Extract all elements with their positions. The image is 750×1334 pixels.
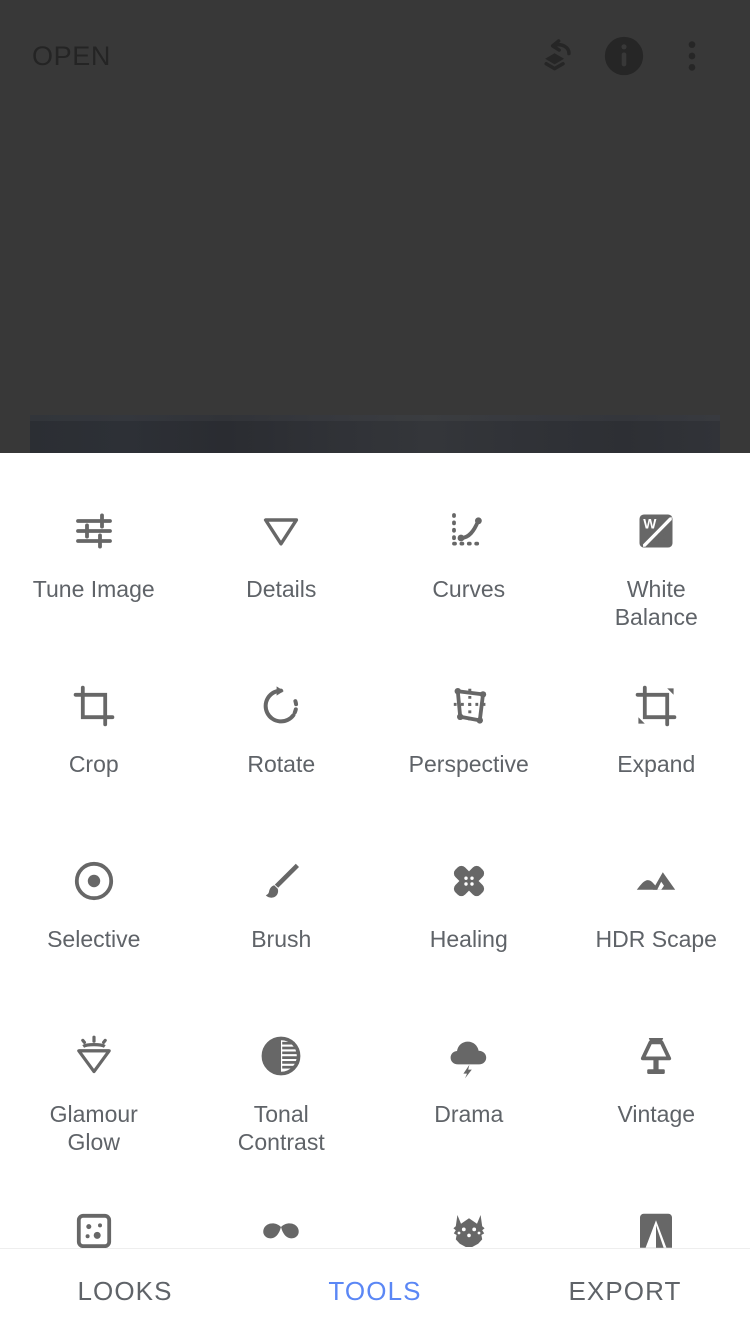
drama-icon: [441, 1028, 497, 1084]
bottom-tab-bar: LOOKS TOOLS EXPORT: [0, 1248, 750, 1334]
tool-perspective[interactable]: Perspective: [375, 652, 563, 827]
tool-details[interactable]: Details: [188, 477, 376, 652]
tool-label: Drama: [434, 1101, 504, 1127]
tool-label: Details: [246, 576, 317, 602]
tool-label: Tonal Contrast: [237, 1101, 325, 1155]
tool-grunge[interactable]: [375, 1177, 563, 1248]
undo-stack-icon[interactable]: [522, 22, 590, 90]
healing-icon: [441, 853, 497, 909]
tool-label: Vintage: [617, 1101, 696, 1127]
tool-label: Healing: [429, 926, 508, 952]
vintage-icon: [628, 1028, 684, 1084]
retrolux-icon: [253, 1203, 309, 1248]
tool-white-balance[interactable]: W B White Balance: [563, 477, 750, 652]
tool-vignette-frame[interactable]: [563, 1177, 750, 1248]
selective-icon: [66, 853, 122, 909]
tool-tune-image[interactable]: Tune Image: [0, 477, 188, 652]
open-button[interactable]: OPEN: [32, 41, 111, 72]
svg-text:W: W: [643, 515, 657, 531]
expand-icon: [628, 678, 684, 734]
photo-preview-strip: [30, 415, 720, 453]
svg-text:B: B: [657, 530, 667, 546]
tool-label: Perspective: [408, 751, 529, 777]
vignette-frame-icon: [628, 1203, 684, 1248]
tool-rotate[interactable]: Rotate: [188, 652, 376, 827]
tool-label: Curves: [432, 576, 506, 602]
perspective-icon: [441, 678, 497, 734]
tool-label: White Balance: [614, 576, 698, 630]
tool-label: Brush: [251, 926, 312, 952]
tool-label: Selective: [47, 926, 141, 952]
tool-expand[interactable]: Expand: [563, 652, 750, 827]
tab-looks[interactable]: LOOKS: [0, 1276, 250, 1307]
tool-label: Crop: [68, 751, 119, 777]
tools-grid: Tune Image Details Curves W B White Bala…: [0, 453, 750, 1248]
curves-icon: [441, 503, 497, 559]
photo-editor-screen: OPEN Tune Image Details Curves W B White…: [0, 0, 750, 1334]
tab-tools[interactable]: TOOLS: [250, 1276, 500, 1307]
tool-label: HDR Scape: [595, 926, 717, 952]
tool-label: Rotate: [247, 751, 316, 777]
tool-crop[interactable]: Crop: [0, 652, 188, 827]
tool-vintage[interactable]: Vintage: [563, 1002, 750, 1177]
tool-curves[interactable]: Curves: [375, 477, 563, 652]
tools-panel[interactable]: Tune Image Details Curves W B White Bala…: [0, 453, 750, 1248]
top-app-bar: OPEN: [0, 0, 750, 112]
white-balance-icon: W B: [628, 503, 684, 559]
tool-hdr-scape[interactable]: HDR Scape: [563, 827, 750, 1002]
tool-label: Expand: [617, 751, 696, 777]
brush-icon: [253, 853, 309, 909]
grunge-icon: [441, 1203, 497, 1248]
tune-image-icon: [66, 503, 122, 559]
tool-healing[interactable]: Healing: [375, 827, 563, 1002]
tonal-contrast-icon: [253, 1028, 309, 1084]
info-icon[interactable]: [590, 22, 658, 90]
undo-stack-glyph: [544, 39, 571, 71]
tool-tonal-contrast[interactable]: Tonal Contrast: [188, 1002, 376, 1177]
details-icon: [253, 503, 309, 559]
rotate-icon: [253, 678, 309, 734]
topbar-actions: [522, 22, 726, 90]
tool-label: Tune Image: [32, 576, 155, 602]
hdr-scape-icon: [628, 853, 684, 909]
tool-brush[interactable]: Brush: [188, 827, 376, 1002]
tool-grainy-film[interactable]: [0, 1177, 188, 1248]
overflow-menu-glyph: [688, 41, 696, 71]
grainy-film-icon: [66, 1203, 122, 1248]
glamour-glow-icon: [66, 1028, 122, 1084]
tool-retrolux[interactable]: [188, 1177, 376, 1248]
tab-export[interactable]: EXPORT: [500, 1276, 750, 1307]
tool-glamour-glow[interactable]: Glamour Glow: [0, 1002, 188, 1177]
tool-selective[interactable]: Selective: [0, 827, 188, 1002]
crop-icon: [66, 678, 122, 734]
info-glyph: [604, 36, 644, 76]
tool-drama[interactable]: Drama: [375, 1002, 563, 1177]
overflow-menu-icon[interactable]: [658, 22, 726, 90]
tool-label: Glamour Glow: [49, 1101, 138, 1155]
